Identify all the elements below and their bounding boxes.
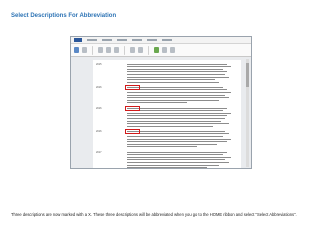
text-line — [127, 161, 229, 163]
entry-tag: 2016 — [96, 86, 102, 90]
ribbon-tab[interactable] — [102, 39, 112, 41]
entry-tag: 2015 — [96, 63, 102, 66]
list-icon[interactable] — [138, 47, 143, 53]
word-window: 2015 2016 2016 2016 2017 — [70, 36, 252, 169]
abbreviation-mark — [125, 129, 140, 135]
text-line — [127, 79, 215, 81]
text-line — [127, 97, 229, 99]
text-line — [127, 154, 223, 156]
text-line — [127, 73, 225, 75]
abbreviation-mark — [125, 85, 140, 91]
scrollbar-thumb[interactable] — [246, 63, 249, 87]
bold-icon[interactable] — [106, 47, 111, 53]
document-page[interactable]: 2015 2016 2016 2016 2017 — [93, 60, 241, 168]
font-icon[interactable] — [98, 47, 103, 53]
text-line — [127, 112, 231, 114]
toolbar-divider — [124, 45, 125, 55]
entry-tag: 2016 — [96, 107, 102, 110]
text-line — [127, 68, 223, 70]
ribbon-tab[interactable] — [117, 39, 127, 41]
paste-icon[interactable] — [74, 47, 79, 53]
text-line — [127, 94, 225, 96]
text-line — [127, 115, 227, 117]
entry-tag: 2016 — [96, 130, 102, 134]
text-line — [127, 110, 223, 112]
text-line — [127, 159, 225, 161]
align-icon[interactable] — [130, 47, 135, 53]
italic-icon[interactable] — [114, 47, 119, 53]
cut-icon[interactable] — [82, 47, 87, 53]
text-line — [127, 156, 231, 158]
document-area: 2015 2016 2016 2016 2017 — [71, 57, 251, 168]
text-line — [127, 138, 231, 140]
abbreviation-icon[interactable] — [154, 47, 159, 53]
text-line — [127, 66, 231, 68]
text-line — [127, 102, 187, 104]
text-line — [127, 143, 217, 145]
abbreviation-mark — [125, 106, 140, 111]
ribbon-tab[interactable] — [162, 39, 172, 41]
ribbon-tab-bar — [71, 37, 251, 44]
page-title: Select Descriptions For Abbreviation — [11, 13, 117, 19]
text-line — [127, 164, 219, 166]
ribbon-tab[interactable] — [147, 39, 157, 41]
file-tab[interactable] — [74, 38, 82, 42]
entry-tag: 2017 — [96, 151, 102, 154]
text-line — [127, 89, 227, 91]
style-icon[interactable] — [162, 47, 167, 53]
toolbar-divider — [148, 45, 149, 55]
text-line — [127, 151, 227, 153]
toolbar-divider — [92, 45, 93, 55]
ribbon-tab[interactable] — [87, 39, 97, 41]
text-line — [127, 167, 207, 168]
text-line — [127, 135, 223, 137]
text-line — [127, 86, 223, 88]
ribbon-tab[interactable] — [132, 39, 142, 41]
text-line — [127, 81, 219, 83]
text-line — [127, 117, 225, 119]
text-line — [127, 141, 227, 143]
vertical-scrollbar[interactable] — [246, 59, 249, 167]
text-line — [127, 125, 213, 127]
text-line — [127, 76, 229, 78]
text-line — [127, 99, 219, 101]
text-line — [127, 146, 197, 148]
find-icon[interactable] — [170, 47, 175, 53]
text-line — [127, 133, 229, 135]
text-line — [127, 107, 227, 109]
text-line — [127, 91, 231, 93]
text-line — [127, 63, 227, 65]
caption: Three descriptions are now marked with a… — [11, 212, 297, 217]
text-line — [127, 71, 227, 73]
text-line — [127, 120, 221, 122]
ribbon-toolbar — [71, 44, 251, 57]
text-line — [127, 130, 225, 132]
text-line — [127, 123, 229, 125]
